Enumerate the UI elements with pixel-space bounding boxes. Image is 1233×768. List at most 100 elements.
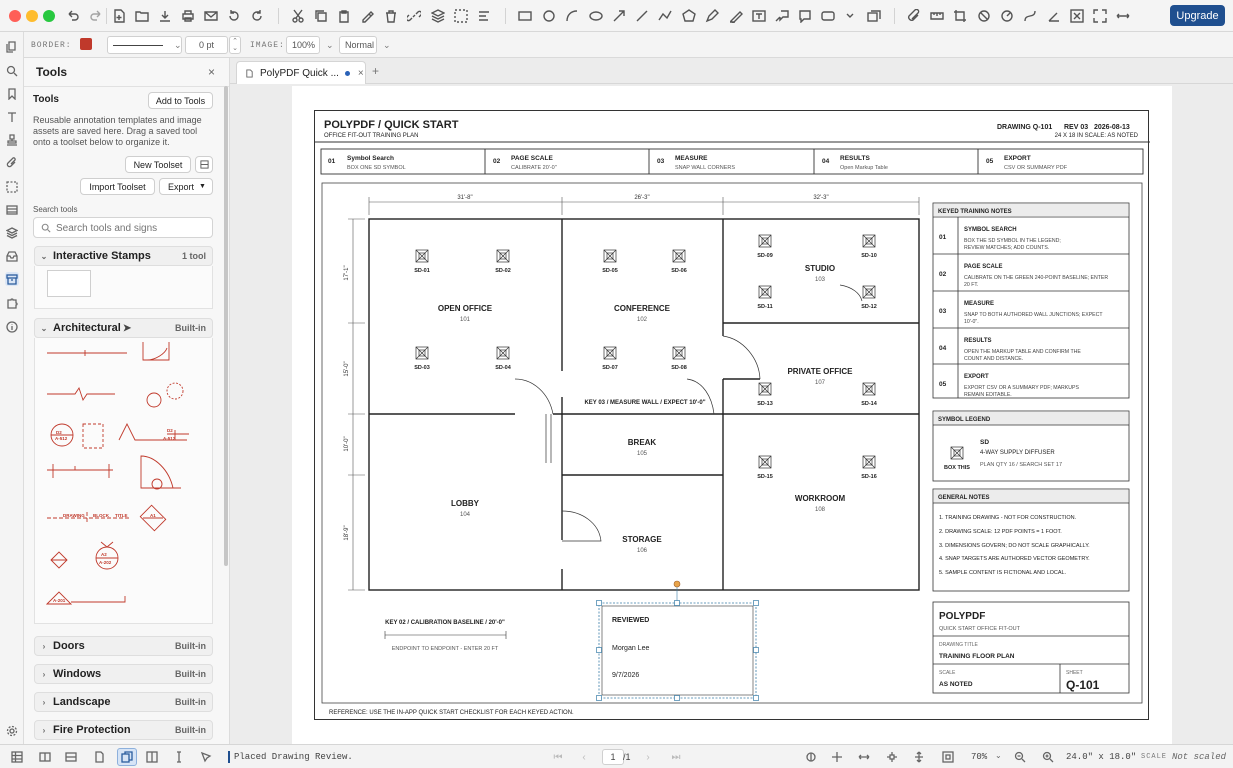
search-tools-field[interactable] <box>33 217 213 238</box>
no-symbol-icon[interactable] <box>976 8 992 24</box>
info-icon[interactable] <box>5 320 19 334</box>
crop-icon[interactable] <box>952 8 968 24</box>
comment-icon[interactable] <box>820 8 836 24</box>
text-icon[interactable] <box>5 110 19 124</box>
text-cursor-icon[interactable] <box>172 750 186 764</box>
rotate-right-icon[interactable] <box>249 8 265 24</box>
upgrade-button[interactable]: Upgrade <box>1170 5 1225 26</box>
snap-icon[interactable] <box>804 750 818 764</box>
settings-gear-icon[interactable] <box>5 724 19 738</box>
selection-icon[interactable] <box>5 180 19 194</box>
new-tab-button[interactable]: + <box>372 64 379 78</box>
architectural-symbols[interactable]: D2 A-512 D2 A-512 DRAWING BLOCK TITLE A1… <box>35 338 214 624</box>
fit-width-icon[interactable] <box>857 750 871 764</box>
review-stamp[interactable]: REVIEWED Morgan Lee 9/7/2026 <box>596 580 759 701</box>
import-toolset-button[interactable]: Import Toolset <box>80 178 155 195</box>
grid-view-icon[interactable] <box>10 750 24 764</box>
stamp-thumbnail[interactable] <box>47 270 91 297</box>
stamp-icon[interactable] <box>5 133 19 147</box>
pointer-icon[interactable] <box>199 750 213 764</box>
chevron-down-icon[interactable]: ⌄ <box>378 36 391 54</box>
fullscreen-icon[interactable] <box>1092 8 1108 24</box>
delete-icon[interactable] <box>383 8 399 24</box>
attachment-icon[interactable] <box>5 156 19 170</box>
chevron-down-icon[interactable] <box>842 8 858 24</box>
pdf-page[interactable]: POLYPDF / QUICK START OFFICE FIT-OUT TRA… <box>292 86 1172 744</box>
crosshair-icon[interactable] <box>830 750 844 764</box>
mail-icon[interactable] <box>203 8 219 24</box>
chevron-down-icon[interactable]: ⌄ <box>321 36 334 54</box>
align-icon[interactable] <box>476 8 492 24</box>
measure-area-icon[interactable] <box>929 8 945 24</box>
zoom-window-button[interactable] <box>43 10 55 22</box>
download-icon[interactable] <box>157 8 173 24</box>
line-tool-icon[interactable] <box>634 8 650 24</box>
polygon-tool-icon[interactable] <box>681 8 697 24</box>
highlighter-icon[interactable] <box>728 8 744 24</box>
continuous-view-icon[interactable] <box>117 748 137 766</box>
toolset-panel-icon[interactable] <box>195 156 213 173</box>
layers-icon[interactable] <box>5 226 19 240</box>
paste-icon[interactable] <box>336 8 352 24</box>
arc-tool-icon[interactable] <box>564 8 580 24</box>
zoom-out-icon[interactable] <box>1013 750 1027 764</box>
close-window-button[interactable] <box>9 10 21 22</box>
section-architectural[interactable]: ⌄ Architectural ➤ Built-in <box>34 318 213 338</box>
section-doors[interactable]: › Doors Built-in <box>34 636 213 656</box>
prev-page-icon[interactable]: ‹ <box>577 750 591 764</box>
search-tools-input[interactable] <box>56 221 206 235</box>
close-tab-icon[interactable]: × <box>358 68 364 79</box>
attach-icon[interactable] <box>906 8 922 24</box>
border-color-swatch[interactable] <box>80 38 92 50</box>
bookmark-icon[interactable] <box>5 87 19 101</box>
actual-size-icon[interactable] <box>941 750 955 764</box>
export-button[interactable]: Export ▼ <box>159 178 213 195</box>
table-icon[interactable] <box>5 203 19 217</box>
width-stepper[interactable]: ⌃ ⌄ <box>229 36 241 54</box>
close-panel-icon[interactable]: × <box>208 65 215 79</box>
zoom-in-icon[interactable] <box>1041 750 1055 764</box>
angle-tool-icon[interactable] <box>1046 8 1062 24</box>
side-by-side-icon[interactable] <box>145 750 159 764</box>
section-fire-protection[interactable]: › Fire Protection Built-in <box>34 720 213 740</box>
chevron-down-icon[interactable]: ⌄ <box>169 36 182 54</box>
add-to-tools-button[interactable]: Add to Tools <box>148 92 213 109</box>
cut-icon[interactable] <box>290 8 306 24</box>
format-painter-icon[interactable] <box>359 8 375 24</box>
circle-tool-icon[interactable] <box>541 8 557 24</box>
search-icon[interactable] <box>5 64 19 78</box>
pages-icon[interactable] <box>5 40 19 54</box>
link-icon[interactable] <box>406 8 422 24</box>
puzzle-icon[interactable] <box>5 296 19 310</box>
callout-icon[interactable] <box>774 8 790 24</box>
chevron-down-icon[interactable]: ⌄ <box>995 751 1002 760</box>
tab-polypdf-quick-start[interactable]: PolyPDF Quick ... × <box>236 61 366 84</box>
rotate-left-icon[interactable] <box>226 8 242 24</box>
layers-icon[interactable] <box>430 8 446 24</box>
image-zoom-field[interactable]: 100% <box>286 36 320 54</box>
polyline-tool-icon[interactable] <box>657 8 673 24</box>
redo-icon[interactable] <box>88 8 104 24</box>
ellipse-tool-icon[interactable] <box>588 8 604 24</box>
new-file-icon[interactable] <box>111 8 127 24</box>
note-icon[interactable] <box>797 8 813 24</box>
more-icon[interactable] <box>1115 8 1131 24</box>
two-page-icon[interactable] <box>38 750 52 764</box>
panel-scrollbar[interactable] <box>224 86 228 566</box>
section-windows[interactable]: › Windows Built-in <box>34 664 213 684</box>
rotate-shape-icon[interactable] <box>999 8 1015 24</box>
print-icon[interactable] <box>180 8 196 24</box>
undo-icon[interactable] <box>65 8 81 24</box>
scale-value[interactable]: Not scaled <box>1172 752 1226 762</box>
split-horizontal-icon[interactable] <box>64 750 78 764</box>
arrow-tool-icon[interactable] <box>611 8 627 24</box>
clear-icon[interactable] <box>1069 8 1085 24</box>
single-page-icon[interactable] <box>92 750 106 764</box>
section-landscape[interactable]: › Landscape Built-in <box>34 692 213 712</box>
text-box-icon[interactable] <box>751 8 767 24</box>
fit-page-icon[interactable] <box>885 750 899 764</box>
last-page-icon[interactable]: ⏭ <box>669 750 683 764</box>
copy-icon[interactable] <box>313 8 329 24</box>
first-page-icon[interactable]: ⏮ <box>551 750 565 764</box>
minimize-window-button[interactable] <box>26 10 38 22</box>
